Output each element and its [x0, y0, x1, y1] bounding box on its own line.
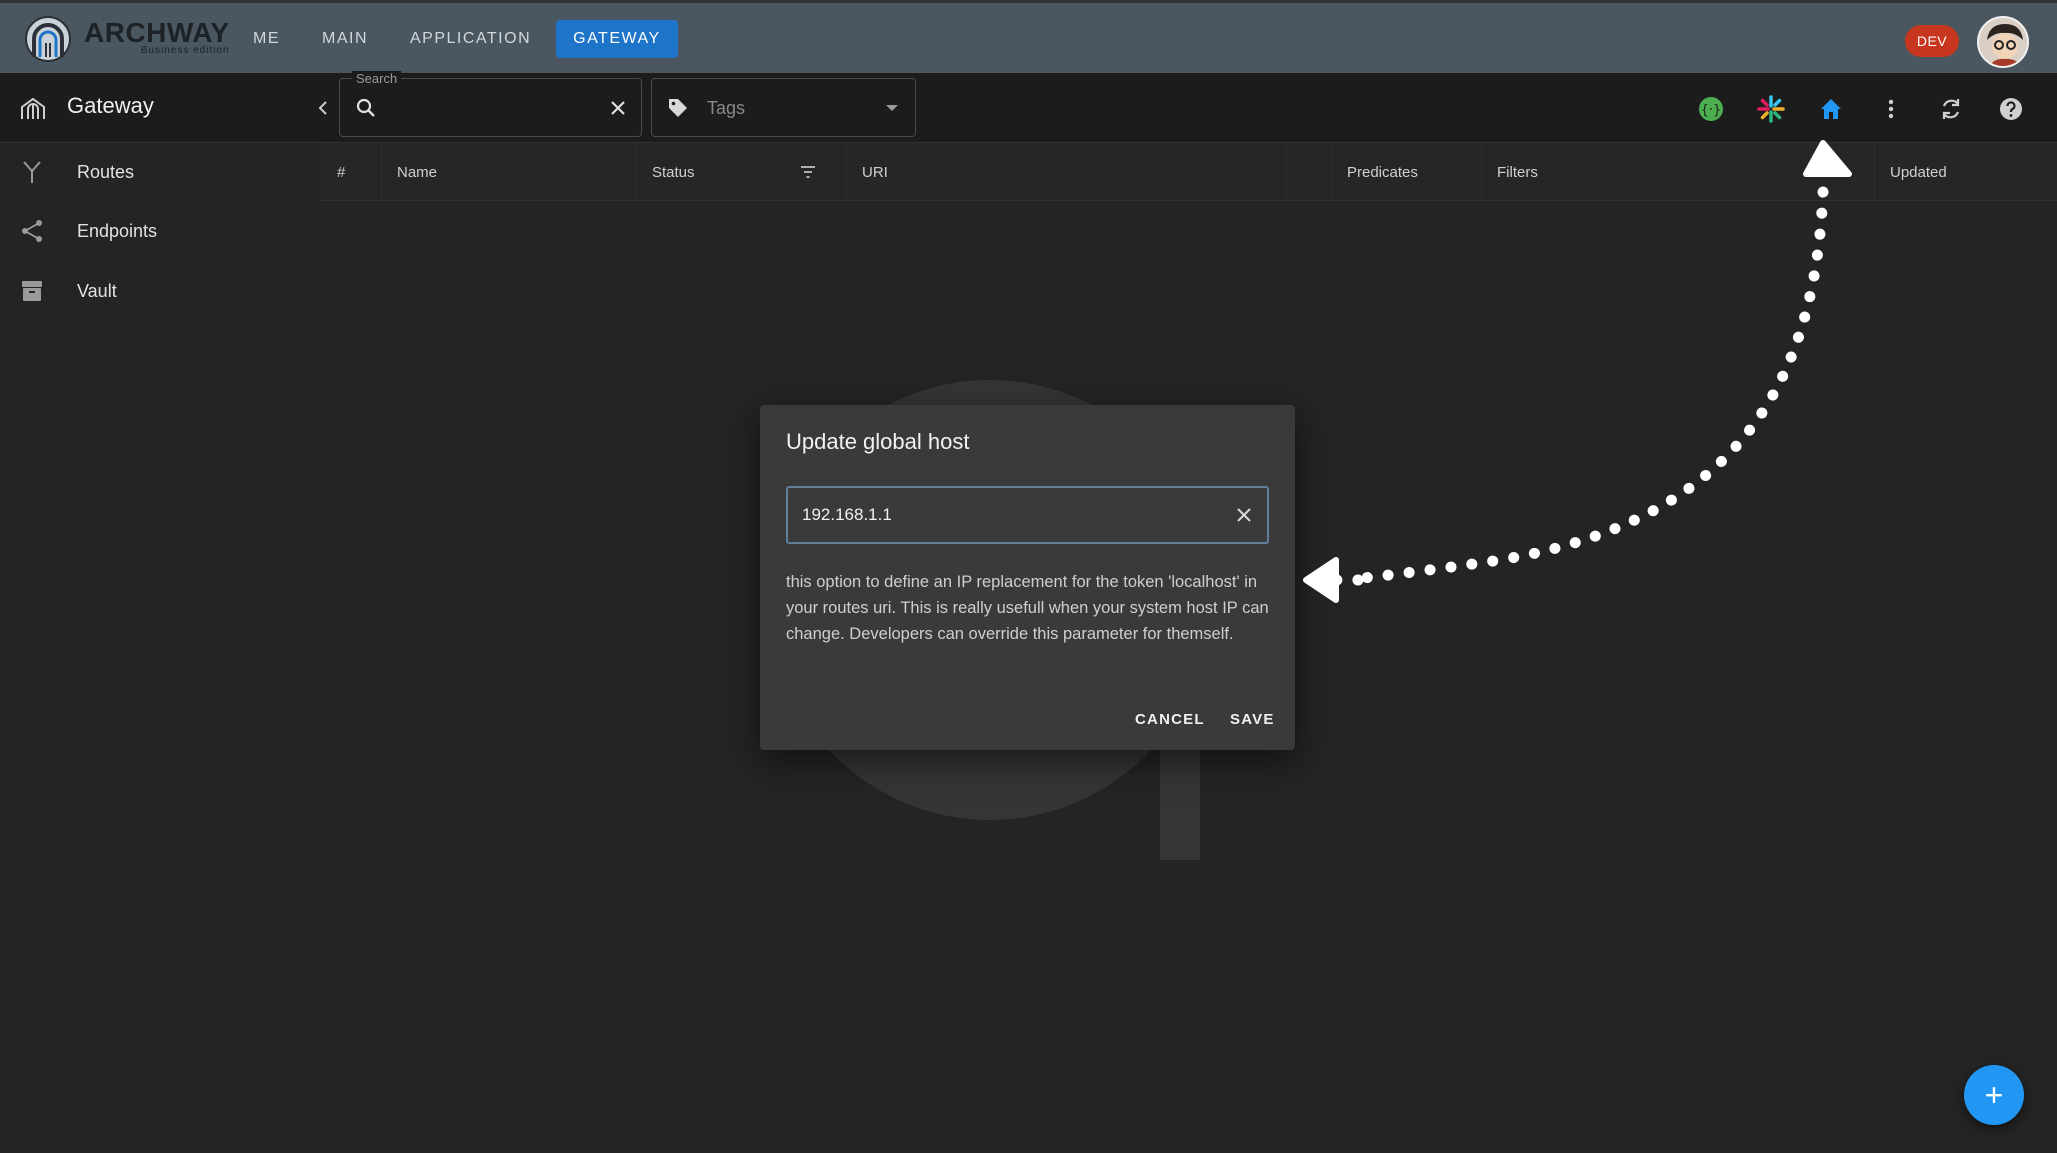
home-icon[interactable] — [1817, 95, 1845, 123]
tags-select[interactable]: Tags — [651, 78, 916, 137]
api-status-icon[interactable]: {·} — [1697, 95, 1725, 123]
save-button[interactable]: SAVE — [1230, 702, 1275, 736]
sidebar-item-label: Endpoints — [77, 220, 158, 241]
avatar-image-icon — [1979, 18, 2027, 66]
share-icon — [22, 220, 42, 242]
archive-icon — [22, 281, 42, 301]
archway-logo-icon[interactable] — [24, 15, 72, 63]
add-route-button[interactable]: + — [1964, 1065, 2024, 1125]
column-header-updated[interactable]: Updated — [1875, 143, 2057, 201]
routes-table-header: # Name Status URI Predicates Filters Upd… — [322, 143, 2057, 201]
sidebar-item-vault[interactable]: Vault — [0, 262, 322, 320]
global-host-input[interactable] — [802, 500, 1202, 530]
search-icon — [356, 98, 375, 117]
tag-icon — [669, 99, 687, 117]
search-legend: Search — [352, 71, 402, 86]
sidebar-item-label: Vault — [77, 280, 117, 301]
main-nav: ME MAIN APPLICATION GATEWAY — [236, 20, 678, 58]
dropdown-caret-icon — [886, 105, 898, 111]
column-header-label: Status — [652, 163, 695, 181]
nav-item-main[interactable]: MAIN — [305, 20, 385, 58]
column-header-filters[interactable]: Filters — [1482, 143, 1875, 201]
refresh-icon[interactable] — [1937, 95, 1965, 123]
gateway-arch-icon — [21, 97, 45, 119]
filter-list-icon[interactable] — [798, 162, 818, 182]
column-header-uri[interactable]: URI — [847, 143, 1287, 201]
tags-label: Tags — [707, 98, 746, 118]
sidebar-item-endpoints[interactable]: Endpoints — [0, 202, 322, 260]
slack-icon[interactable] — [1757, 95, 1785, 123]
cancel-button[interactable]: CANCEL — [1135, 702, 1205, 736]
brand: ARCHWAY Business edition — [84, 17, 230, 57]
nav-item-application[interactable]: APPLICATION — [393, 20, 548, 58]
dialog-title: Update global host — [786, 429, 970, 454]
more-vert-icon[interactable] — [1877, 95, 1905, 123]
avatar[interactable] — [1977, 16, 2029, 68]
chevron-left-icon[interactable] — [312, 95, 334, 121]
sidebar-item-label: Routes — [77, 161, 135, 182]
toolbar: Gateway Search Tags {·} — [0, 71, 2057, 143]
help-icon[interactable] — [1997, 95, 2025, 123]
app-bar: ARCHWAY Business edition ME MAIN APPLICA… — [0, 0, 2057, 73]
column-header-predicates[interactable]: Predicates — [1332, 143, 1482, 201]
sidebar: Routes Endpoints Vault — [0, 143, 322, 1153]
search-field[interactable]: Search — [339, 71, 642, 137]
sidebar-item-routes[interactable]: Routes — [0, 143, 322, 201]
dialog-help-text: this option to define an IP replacement … — [786, 573, 1269, 643]
brand-name: ARCHWAY — [84, 17, 230, 48]
column-header-index[interactable]: # — [322, 143, 382, 201]
nav-item-me[interactable]: ME — [236, 20, 297, 58]
column-header-spacer — [1287, 143, 1332, 201]
routes-fork-icon — [23, 161, 41, 183]
env-badge[interactable]: DEV — [1905, 25, 1959, 57]
clear-search-icon[interactable] — [606, 96, 630, 120]
global-host-field[interactable] — [786, 486, 1269, 544]
section-title: Gateway — [67, 93, 154, 118]
update-global-host-dialog: Update global host this option to define… — [760, 405, 1295, 750]
clear-input-icon[interactable] — [1232, 503, 1256, 527]
search-input[interactable] — [386, 93, 586, 123]
svg-text:{·}: {·} — [1701, 103, 1722, 118]
nav-item-gateway[interactable]: GATEWAY — [556, 20, 678, 58]
column-header-name[interactable]: Name — [382, 143, 637, 201]
